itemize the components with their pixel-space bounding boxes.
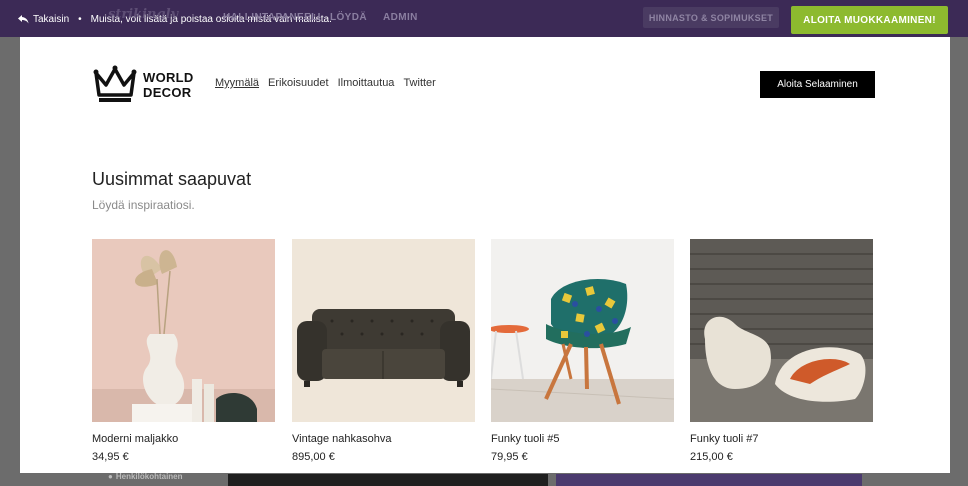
template-preview: WORLD DECOR Myymälä Erikoisuudet Ilmoitt… [20, 37, 950, 473]
nav-find[interactable]: LÖYDÄ [330, 12, 367, 23]
site-logo[interactable]: WORLD DECOR [93, 65, 194, 105]
editor-topbar: Takaisin • Muista, voit lisätä ja poista… [0, 0, 968, 37]
vase-photo [92, 239, 275, 422]
nav-twitter[interactable]: Twitter [403, 77, 435, 89]
pricing-button[interactable]: HINNASTO & SOPIMUKSET [643, 7, 779, 28]
sofa-photo [292, 239, 475, 422]
person-icon: ● [108, 472, 113, 481]
product-name[interactable]: Funky tuoli #5 [491, 433, 674, 445]
nav-specials[interactable]: Erikoisuudet [268, 77, 329, 89]
nav-signup[interactable]: Ilmoittautua [338, 77, 395, 89]
product-card[interactable]: Funky tuoli #7 215,00 € [690, 239, 873, 463]
logo-line-2: DECOR [143, 85, 192, 100]
section-subtitle: Löydä inspiraatiosi. [92, 198, 195, 212]
back-label[interactable]: Takaisin [33, 14, 69, 25]
product-image[interactable] [92, 239, 275, 422]
product-price: 79,95 € [491, 451, 528, 463]
product-price: 215,00 € [690, 451, 733, 463]
product-image[interactable] [690, 239, 873, 422]
background-personal-label: Henkilökohtainen [115, 472, 183, 481]
sculptural-chairs-photo [690, 239, 873, 422]
nav-admin[interactable]: ADMIN [383, 12, 418, 23]
product-price: 34,95 € [92, 451, 129, 463]
back-arrow-icon [18, 15, 29, 24]
patterned-chair-photo [491, 239, 674, 422]
background-dark-panel [228, 474, 548, 486]
nav-shop[interactable]: Myymälä [215, 77, 259, 89]
product-name[interactable]: Vintage nahkasohva [292, 433, 475, 445]
nav-dashboard[interactable]: HALLINTAPANEELI [223, 12, 321, 23]
product-card[interactable]: Vintage nahkasohva 895,00 € [292, 239, 475, 463]
site-navigation: Myymälä Erikoisuudet Ilmoittautua Twitte… [215, 77, 436, 89]
product-name[interactable]: Moderni maljakko [92, 433, 275, 445]
background-personal-tab: ● Henkilökohtainen [108, 472, 183, 481]
background-purple-panel [556, 474, 862, 486]
product-card[interactable]: Funky tuoli #5 79,95 € [491, 239, 674, 463]
product-price: 895,00 € [292, 451, 335, 463]
separator-bullet: • [78, 14, 82, 25]
product-image[interactable] [491, 239, 674, 422]
strikingly-logo: strikingly [108, 7, 179, 22]
crown-icon [93, 65, 137, 102]
product-name[interactable]: Funky tuoli #7 [690, 433, 873, 445]
section-title: Uusimmat saapuvat [92, 169, 252, 189]
product-card[interactable]: Moderni maljakko 34,95 € [92, 239, 275, 463]
product-image[interactable] [292, 239, 475, 422]
start-editing-button[interactable]: ALOITA MUOKKAAMINEN! [791, 6, 948, 34]
logo-line-1: WORLD [143, 70, 194, 85]
logo-text: WORLD DECOR [143, 70, 194, 100]
start-browsing-button[interactable]: Aloita Selaaminen [760, 71, 875, 98]
